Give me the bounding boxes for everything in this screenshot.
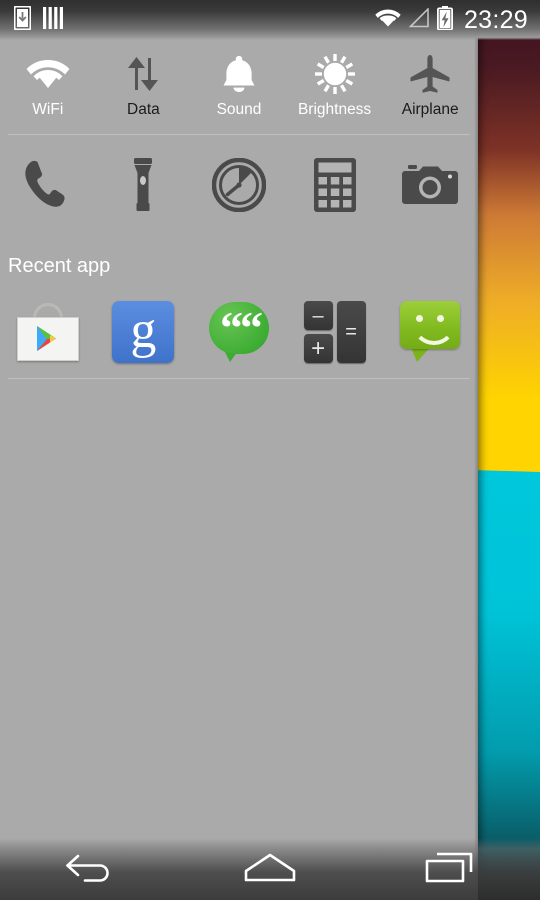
nav-recents-button[interactable] xyxy=(360,838,540,900)
camera-icon xyxy=(402,163,459,212)
wifi-icon xyxy=(375,8,401,33)
calculator-app-icon: – + = xyxy=(301,298,369,366)
nav-home-button[interactable] xyxy=(180,838,360,900)
recent-app-messaging[interactable] xyxy=(382,296,478,368)
status-bar-right-icons: 23:29 xyxy=(375,5,528,35)
play-store-icon xyxy=(14,298,82,366)
back-icon xyxy=(64,850,116,889)
messaging-icon xyxy=(396,298,464,366)
recent-app-google[interactable]: g xyxy=(96,296,192,368)
download-icon xyxy=(13,5,32,35)
panel-edge-shadow xyxy=(474,0,478,900)
status-bar: 23:29 xyxy=(0,0,540,40)
sim-card-icon xyxy=(43,6,63,35)
shortcut-row xyxy=(0,140,478,234)
calc-key-plus: + xyxy=(303,334,333,363)
recent-app-hangouts[interactable]: “ “ xyxy=(191,296,287,368)
toggle-sound[interactable]: Sound xyxy=(191,44,287,134)
status-bar-left-icons xyxy=(13,5,63,35)
wifi-icon xyxy=(26,50,70,98)
recent-apps-row: g “ “ – + = xyxy=(0,296,478,368)
toggle-label: Airplane xyxy=(401,101,459,118)
nav-back-button[interactable] xyxy=(0,838,180,900)
recent-app-calculator[interactable]: – + = xyxy=(287,296,383,368)
toggle-data[interactable]: Data xyxy=(96,44,192,134)
shortcut-camera[interactable] xyxy=(382,140,478,234)
calc-key-equals: = xyxy=(336,301,366,363)
status-bar-clock: 23:29 xyxy=(463,5,528,34)
recent-app-title: Recent app xyxy=(8,255,111,277)
flashlight-icon xyxy=(128,157,158,217)
toggle-label: WiFi xyxy=(32,101,64,118)
shortcut-timer[interactable] xyxy=(191,140,287,234)
hangouts-quote-right: “ xyxy=(239,302,263,353)
google-search-icon: g xyxy=(109,298,177,366)
toggle-row: WiFi Data Sound Brightness Airplane xyxy=(0,44,478,134)
toggle-label: Sound xyxy=(216,101,262,118)
phone-icon xyxy=(23,159,73,216)
navigation-bar xyxy=(0,838,540,900)
google-g-glyph: g xyxy=(130,302,157,359)
toggle-airplane[interactable]: Airplane xyxy=(382,44,478,134)
shortcut-flashlight[interactable] xyxy=(96,140,192,234)
sun-icon xyxy=(314,50,355,98)
recents-icon xyxy=(425,850,475,889)
bell-icon xyxy=(222,50,256,98)
recent-app-play-store[interactable] xyxy=(0,296,96,368)
timer-icon xyxy=(211,157,267,217)
data-sync-icon xyxy=(123,50,163,98)
shortcut-phone[interactable] xyxy=(0,140,96,234)
divider-recent xyxy=(8,378,470,379)
cell-signal-icon xyxy=(408,6,430,33)
toggle-wifi[interactable]: WiFi xyxy=(0,44,96,134)
toggle-label: Data xyxy=(127,101,160,118)
toggle-brightness[interactable]: Brightness xyxy=(287,44,383,134)
quick-settings-panel: WiFi Data Sound Brightness Airplane Rece… xyxy=(0,0,478,900)
calculator-icon xyxy=(313,157,356,217)
hangouts-icon: “ “ xyxy=(205,298,273,366)
divider-toggles xyxy=(8,134,470,135)
android-screen: WiFi Data Sound Brightness Airplane Rece… xyxy=(0,0,540,900)
toggle-label: Brightness xyxy=(297,101,372,118)
shortcut-calculator[interactable] xyxy=(287,140,383,234)
airplane-icon xyxy=(409,50,451,98)
calc-key-minus: – xyxy=(303,301,333,330)
battery-charging-icon xyxy=(436,5,453,35)
home-icon xyxy=(242,851,298,888)
